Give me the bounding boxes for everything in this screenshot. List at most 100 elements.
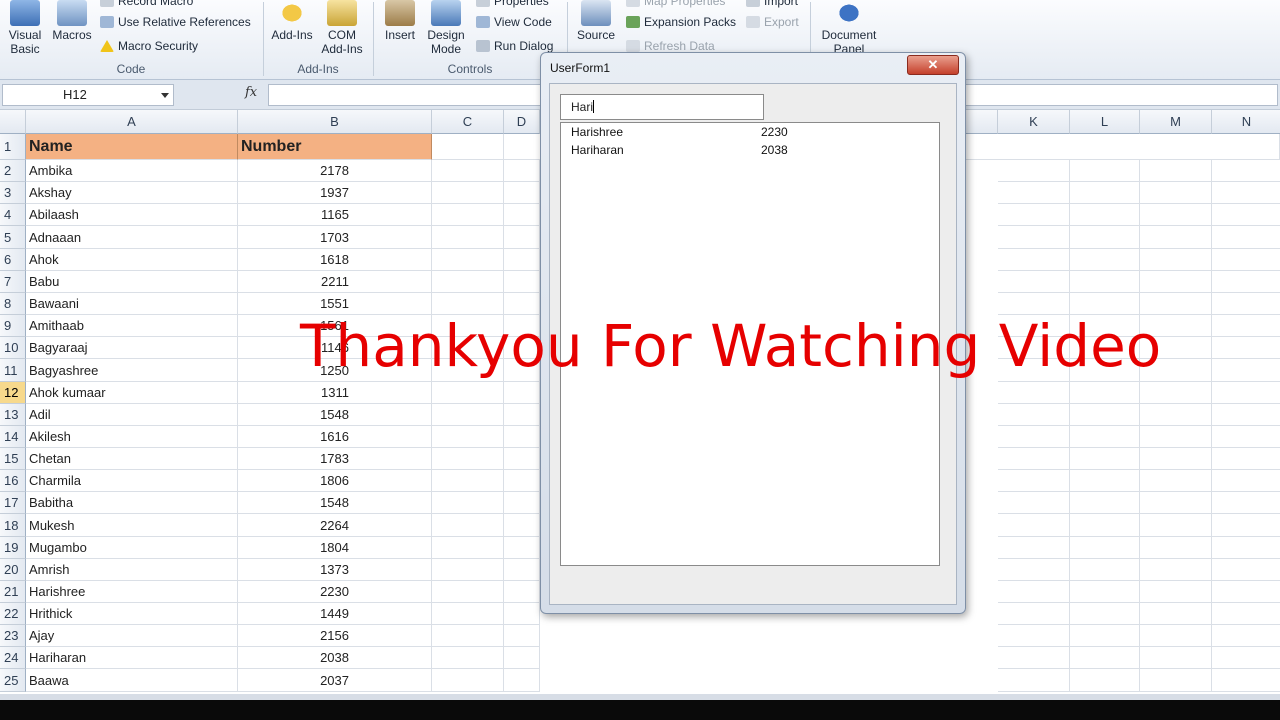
number-cell[interactable]: 1616 xyxy=(238,426,432,448)
empty-cell[interactable] xyxy=(432,160,504,182)
empty-cell[interactable] xyxy=(1070,404,1140,426)
empty-cell[interactable] xyxy=(1212,293,1280,315)
com-add-ins-button[interactable]: COM Add-Ins xyxy=(318,0,366,56)
empty-cell[interactable] xyxy=(504,160,540,182)
use-relative-references-button[interactable]: Use Relative References xyxy=(100,15,251,29)
name-cell[interactable]: Mugambo xyxy=(26,537,238,559)
list-item[interactable]: Hariharan 2038 xyxy=(571,143,788,157)
source-button[interactable]: Source xyxy=(574,0,618,42)
number-cell[interactable]: 1804 xyxy=(238,537,432,559)
export-button[interactable]: Export xyxy=(746,15,799,29)
empty-cell[interactable] xyxy=(1140,581,1212,603)
empty-cell[interactable] xyxy=(1070,559,1140,581)
number-cell[interactable]: 1373 xyxy=(238,559,432,581)
number-cell[interactable]: 2037 xyxy=(238,669,432,692)
empty-cell[interactable] xyxy=(432,514,504,537)
empty-cell[interactable] xyxy=(998,669,1070,692)
row-header[interactable]: 8 xyxy=(0,293,26,315)
empty-cell[interactable] xyxy=(432,537,504,559)
empty-cell[interactable] xyxy=(1140,647,1212,669)
name-cell[interactable]: Bagyashree xyxy=(26,359,238,382)
name-cell[interactable]: Baawa xyxy=(26,669,238,692)
empty-cell[interactable] xyxy=(1070,160,1140,182)
empty-cell[interactable] xyxy=(1212,404,1280,426)
close-button[interactable]: ✕ xyxy=(907,55,959,75)
run-dialog-button[interactable]: Run Dialog xyxy=(476,39,553,53)
empty-cell[interactable] xyxy=(504,426,540,448)
empty-cell[interactable] xyxy=(432,470,504,492)
empty-cell[interactable] xyxy=(504,204,540,226)
empty-cell[interactable] xyxy=(1212,625,1280,647)
empty-cell[interactable] xyxy=(432,647,504,669)
empty-cell[interactable] xyxy=(1070,382,1140,404)
empty-cell[interactable] xyxy=(1140,249,1212,271)
name-cell[interactable]: Amithaab xyxy=(26,315,238,337)
view-code-button[interactable]: View Code xyxy=(476,15,552,29)
empty-cell[interactable] xyxy=(1212,470,1280,492)
empty-cell[interactable] xyxy=(1140,182,1212,204)
name-cell[interactable]: Ahok xyxy=(26,249,238,271)
empty-cell[interactable] xyxy=(998,603,1070,625)
empty-cell[interactable] xyxy=(1212,492,1280,514)
empty-cell[interactable] xyxy=(998,559,1070,581)
name-cell[interactable]: Hariharan xyxy=(26,647,238,669)
select-all-corner[interactable] xyxy=(0,110,26,134)
empty-cell[interactable] xyxy=(998,182,1070,204)
empty-cell[interactable] xyxy=(1212,182,1280,204)
row-header[interactable]: 24 xyxy=(0,647,26,669)
name-cell[interactable]: Ambika xyxy=(26,160,238,182)
empty-cell[interactable] xyxy=(1140,404,1212,426)
empty-cell[interactable] xyxy=(504,182,540,204)
row-header[interactable]: 11 xyxy=(0,359,26,382)
empty-cell[interactable] xyxy=(432,669,504,692)
empty-cell[interactable] xyxy=(1140,426,1212,448)
design-mode-button[interactable]: Design Mode xyxy=(424,0,468,56)
empty-cell[interactable] xyxy=(1212,226,1280,249)
row-header[interactable]: 15 xyxy=(0,448,26,470)
empty-cell[interactable] xyxy=(1070,182,1140,204)
row-header[interactable]: 7 xyxy=(0,271,26,293)
number-cell[interactable]: 2264 xyxy=(238,514,432,537)
empty-cell[interactable] xyxy=(432,182,504,204)
number-cell[interactable]: 2211 xyxy=(238,271,432,293)
row-header[interactable]: 1 xyxy=(0,134,26,160)
column-header[interactable]: C xyxy=(432,110,504,134)
empty-cell[interactable] xyxy=(504,559,540,581)
empty-cell[interactable] xyxy=(1212,249,1280,271)
empty-cell[interactable] xyxy=(998,514,1070,537)
column-header[interactable]: B xyxy=(238,110,432,134)
empty-cell[interactable] xyxy=(504,603,540,625)
empty-cell[interactable] xyxy=(432,204,504,226)
empty-cell[interactable] xyxy=(432,426,504,448)
empty-cell[interactable] xyxy=(1212,581,1280,603)
empty-cell[interactable] xyxy=(1070,426,1140,448)
number-cell[interactable]: 1311 xyxy=(238,382,432,404)
name-cell[interactable]: Ajay xyxy=(26,625,238,647)
insert-control-button[interactable]: Insert xyxy=(380,0,420,42)
name-cell[interactable]: Bawaani xyxy=(26,293,238,315)
empty-cell[interactable] xyxy=(1212,315,1280,337)
empty-cell[interactable] xyxy=(998,470,1070,492)
row-header[interactable]: 10 xyxy=(0,337,26,359)
number-cell[interactable]: 1806 xyxy=(238,470,432,492)
empty-cell[interactable] xyxy=(998,448,1070,470)
empty-cell[interactable] xyxy=(432,559,504,581)
number-cell[interactable]: 1165 xyxy=(238,204,432,226)
name-cell[interactable]: Babitha xyxy=(26,492,238,514)
empty-cell[interactable] xyxy=(1212,382,1280,404)
empty-cell[interactable] xyxy=(504,448,540,470)
row-header[interactable]: 12 xyxy=(0,382,26,404)
empty-cell[interactable] xyxy=(1140,603,1212,625)
empty-cell[interactable] xyxy=(1140,448,1212,470)
empty-cell[interactable] xyxy=(1070,537,1140,559)
empty-cell[interactable] xyxy=(1140,204,1212,226)
empty-cell[interactable] xyxy=(1070,669,1140,692)
row-header[interactable]: 14 xyxy=(0,426,26,448)
empty-cell[interactable] xyxy=(998,226,1070,249)
name-box[interactable]: H12 xyxy=(2,84,174,106)
row-header[interactable]: 19 xyxy=(0,537,26,559)
empty-cell[interactable] xyxy=(432,603,504,625)
column-header[interactable]: K xyxy=(998,110,1070,134)
record-macro-button[interactable]: Record Macro xyxy=(100,0,193,8)
empty-cell[interactable] xyxy=(1212,448,1280,470)
